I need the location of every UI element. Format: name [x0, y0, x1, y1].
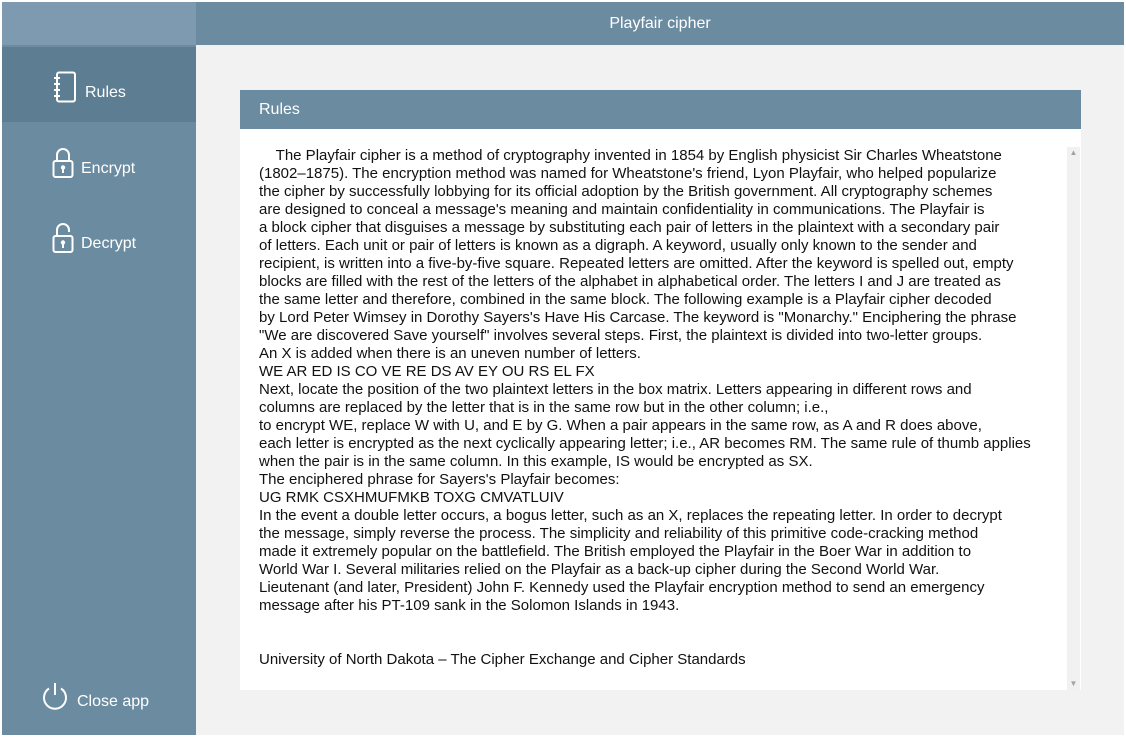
title-bar: Playfair cipher	[196, 2, 1124, 45]
main-content: Rules The Playfair cipher is a method of…	[196, 45, 1124, 735]
rules-text: The Playfair cipher is a method of crypt…	[259, 147, 1031, 614]
notebook-icon	[53, 71, 77, 108]
sidebar-item-label: Encrypt	[81, 160, 136, 177]
sidebar-top-strip	[2, 2, 196, 45]
power-icon	[40, 681, 70, 716]
sidebar-item-label: Rules	[85, 84, 126, 101]
app-window: Rules Encrypt Decrypt Close app Playfair…	[2, 2, 1124, 735]
sidebar-item-label: Decrypt	[81, 235, 137, 252]
rules-panel: Rules The Playfair cipher is a method of…	[240, 90, 1081, 690]
close-app-label: Close app	[77, 693, 150, 710]
window-title: Playfair cipher	[609, 14, 711, 32]
close-app-button[interactable]: Close app	[2, 672, 196, 722]
lock-icon	[52, 147, 74, 184]
panel-title: Rules	[259, 100, 300, 118]
sidebar-item-rules[interactable]: Rules	[2, 47, 196, 122]
scroll-up-icon[interactable]: ▲	[1067, 147, 1080, 159]
sidebar-item-decrypt[interactable]: Decrypt	[2, 197, 196, 272]
sidebar-item-encrypt[interactable]: Encrypt	[2, 122, 196, 197]
sidebar: Rules Encrypt Decrypt Close app	[2, 2, 196, 735]
vertical-scrollbar[interactable]: ▲ ▼	[1067, 147, 1080, 690]
panel-header: Rules	[240, 90, 1081, 129]
scroll-down-icon[interactable]: ▼	[1067, 678, 1080, 690]
unlock-icon	[52, 222, 74, 259]
source-citation: University of North Dakota – The Cipher …	[259, 651, 746, 668]
rules-scroll-area[interactable]: The Playfair cipher is a method of crypt…	[240, 129, 1081, 690]
